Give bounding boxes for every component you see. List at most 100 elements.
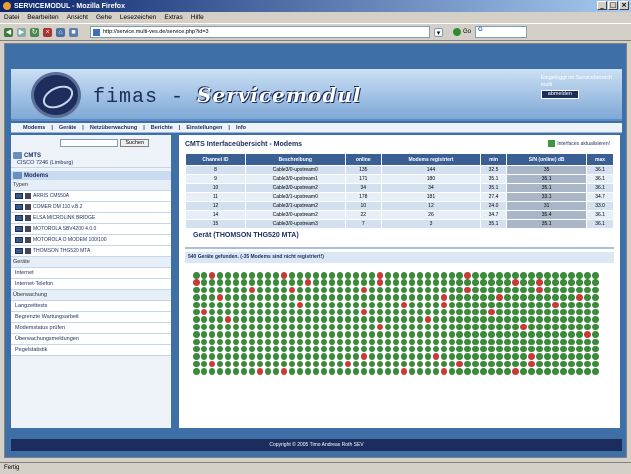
modem-status-dot[interactable] [248,301,256,309]
modem-status-dot[interactable] [368,308,376,316]
modem-status-dot[interactable] [416,294,424,301]
modem-status-dot[interactable] [240,286,248,294]
modem-status-dot[interactable] [328,308,336,316]
modem-status-dot[interactable] [312,353,320,360]
modem-status-dot[interactable] [488,308,495,316]
modem-status-dot[interactable] [240,308,248,316]
modem-status-dot[interactable] [360,323,368,331]
modem-status-dot[interactable] [232,353,240,360]
modem-status-dot[interactable] [528,331,535,338]
modem-status-dot[interactable] [368,272,376,279]
modem-status-dot[interactable] [248,308,256,316]
modem-status-dot[interactable] [360,272,368,279]
modem-status-dot[interactable] [216,316,224,323]
modem-status-dot[interactable] [400,345,408,353]
modem-status-dot[interactable] [512,323,519,331]
modem-status-dot[interactable] [376,353,384,360]
modem-status-dot[interactable] [520,360,527,368]
cmts-item[interactable]: CISCO 7246 (Limburg) [11,159,171,168]
modem-status-dot[interactable] [584,353,591,360]
modem-status-dot[interactable] [416,272,424,279]
modem-status-dot[interactable] [504,279,511,286]
modem-status-dot[interactable] [384,272,392,279]
modem-status-dot[interactable] [264,294,272,301]
modem-status-dot[interactable] [480,338,487,346]
modem-status-dot[interactable] [272,323,280,331]
modem-status-dot[interactable] [440,279,448,286]
modem-status-dot[interactable] [584,338,591,346]
modem-status-dot[interactable] [400,331,408,338]
modem-status-dot[interactable] [552,368,559,375]
modem-status-dot[interactable] [536,308,543,316]
modem-status-dot[interactable] [496,345,503,353]
modem-status-dot[interactable] [432,368,440,375]
modem-status-dot[interactable] [448,345,455,353]
modem-status-dot[interactable] [456,331,463,338]
modem-status-dot[interactable] [208,323,216,331]
modem-status-dot[interactable] [432,353,440,360]
modem-status-dot[interactable] [344,345,352,353]
modem-status-dot[interactable] [248,286,256,294]
modem-status-dot[interactable] [520,345,527,353]
modem-status-dot[interactable] [472,272,479,279]
modem-status-dot[interactable] [360,368,368,375]
modem-status-dot[interactable] [312,308,320,316]
modem-status-dot[interactable] [408,345,416,353]
modem-status-dot[interactable] [480,323,487,331]
modem-status-dot[interactable] [384,345,392,353]
modem-status-dot[interactable] [456,294,463,301]
modem-status-dot[interactable] [328,331,336,338]
modem-status-dot[interactable] [384,301,392,309]
modem-status-dot[interactable] [280,301,288,309]
modem-status-dot[interactable] [336,294,344,301]
modem-status-dot[interactable] [400,323,408,331]
modem-status-dot[interactable] [488,338,495,346]
modem-status-dot[interactable] [560,301,567,309]
modem-status-dot[interactable] [264,331,272,338]
modem-status-dot[interactable] [576,308,583,316]
modem-status-dot[interactable] [512,360,519,368]
modem-status-dot[interactable] [496,316,503,323]
modem-status-dot[interactable] [224,272,232,279]
modem-status-dot[interactable] [448,331,455,338]
modem-status-dot[interactable] [312,338,320,346]
modem-status-dot[interactable] [408,286,416,294]
modem-status-dot[interactable] [552,345,559,353]
modem-status-dot[interactable] [208,272,216,279]
modem-status-dot[interactable] [544,345,551,353]
modem-status-dot[interactable] [224,323,232,331]
modem-status-dot[interactable] [416,360,424,368]
modem-status-dot[interactable] [488,368,495,375]
modem-status-dot[interactable] [352,353,360,360]
modem-status-dot[interactable] [528,338,535,346]
modem-status-dot[interactable] [384,279,392,286]
modem-status-dot[interactable] [360,316,368,323]
modem-status-dot[interactable] [464,345,471,353]
sidebar-item-langzeittests[interactable]: Langzeittests [11,301,171,312]
modem-status-dot[interactable] [544,338,551,346]
modem-status-dot[interactable] [400,301,408,309]
modem-status-dot[interactable] [512,338,519,346]
modem-status-dot[interactable] [392,286,400,294]
modem-status-dot[interactable] [416,301,424,309]
modem-status-dot[interactable] [280,316,288,323]
modem-status-dot[interactable] [272,279,280,286]
modem-status-dot[interactable] [352,338,360,346]
modem-status-dot[interactable] [568,360,575,368]
modem-status-dot[interactable] [296,272,304,279]
modem-status-dot[interactable] [320,301,328,309]
modem-status-dot[interactable] [592,368,599,375]
modem-status-dot[interactable] [536,368,543,375]
modem-status-dot[interactable] [536,331,543,338]
modem-status-dot[interactable] [520,294,527,301]
modem-status-dot[interactable] [464,301,471,309]
modem-status-dot[interactable] [552,331,559,338]
modem-status-dot[interactable] [592,353,599,360]
modem-status-dot[interactable] [240,338,248,346]
menu-lesezeichen[interactable]: Lesezeichen [120,14,157,21]
modem-status-dot[interactable] [568,279,575,286]
modem-status-dot[interactable] [584,368,591,375]
modem-status-dot[interactable] [320,286,328,294]
modem-status-dot[interactable] [352,272,360,279]
modem-status-dot[interactable] [520,286,527,294]
